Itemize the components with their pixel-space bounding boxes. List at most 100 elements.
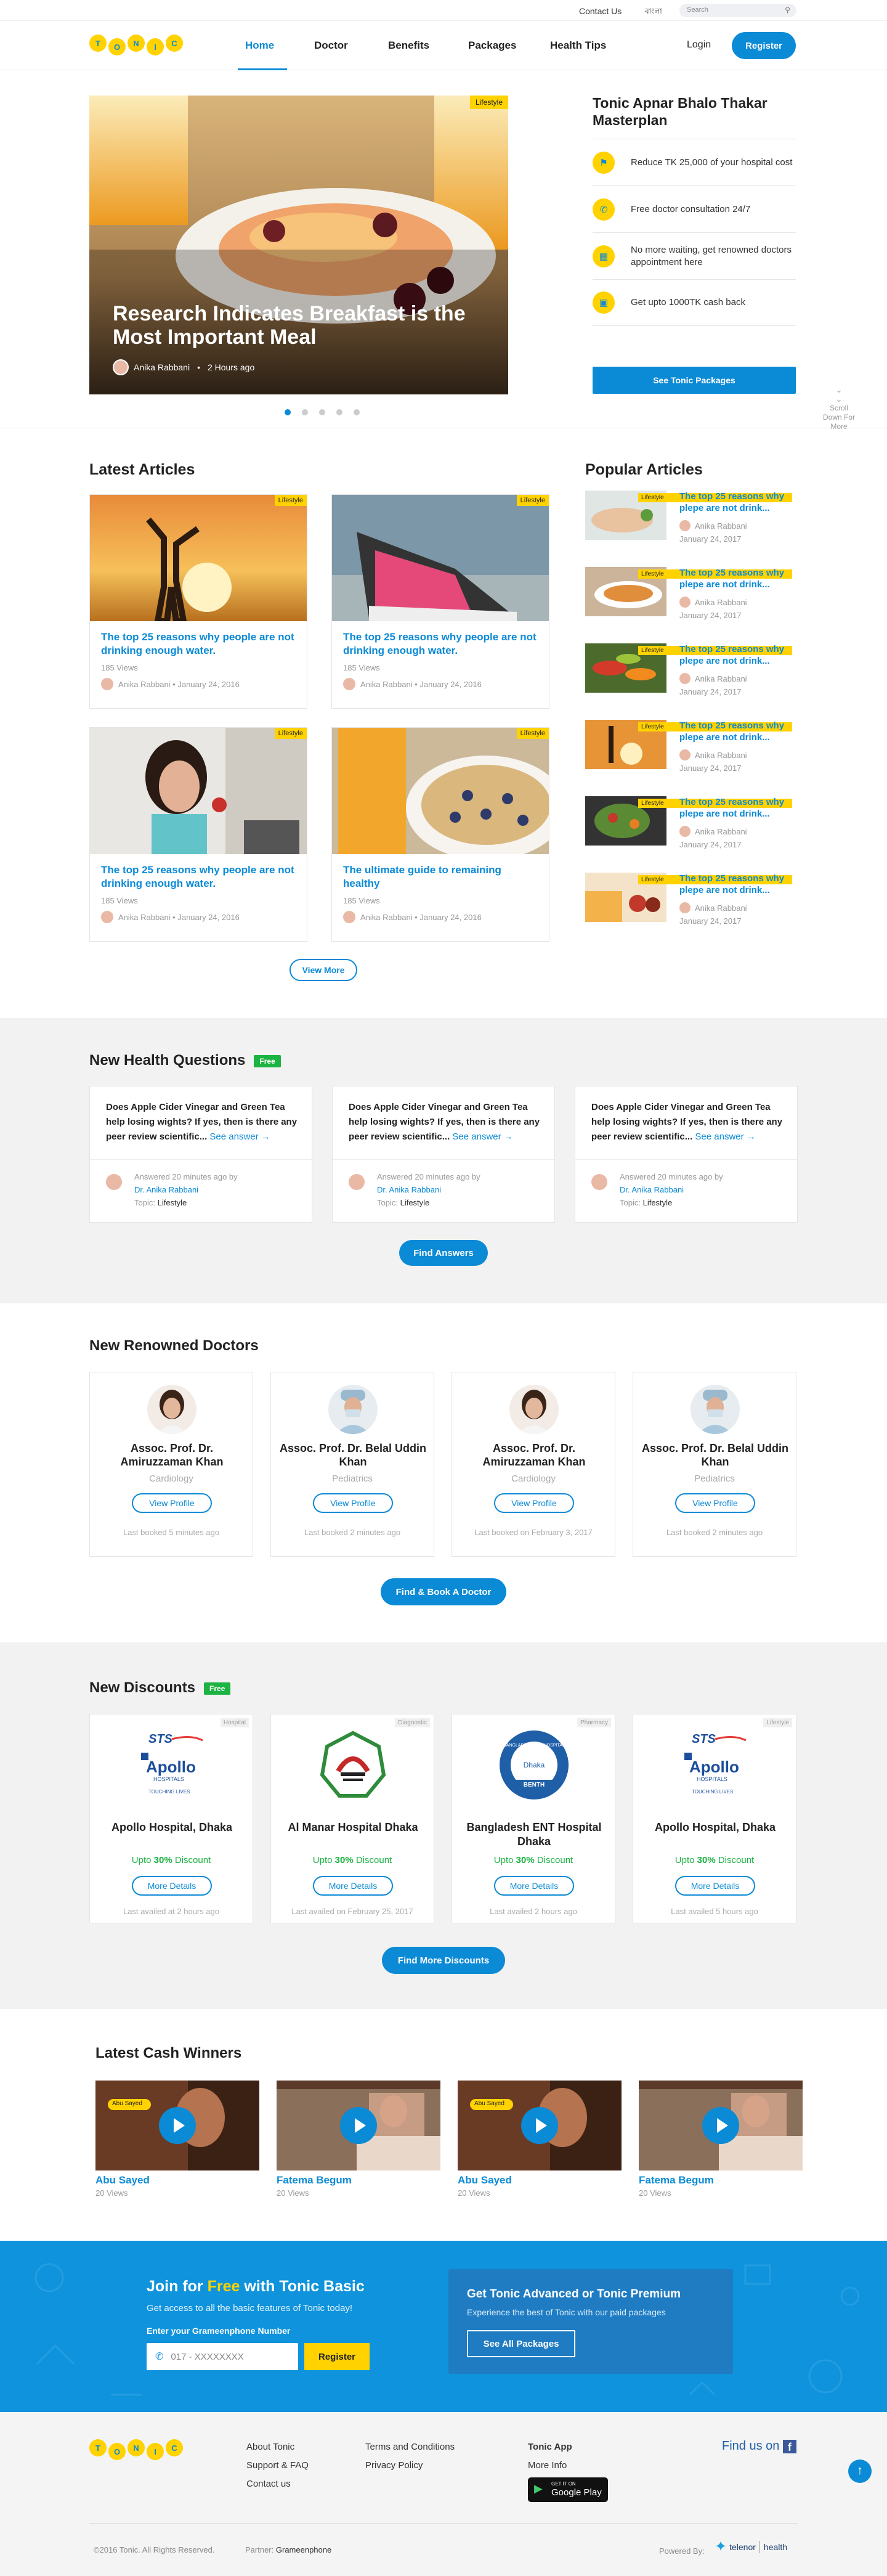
winner-name[interactable]: Fatema Begum bbox=[277, 2174, 352, 2187]
article-title[interactable]: The top 25 reasons why people are not dr… bbox=[90, 621, 307, 658]
view-profile-button[interactable]: View Profile bbox=[132, 1493, 212, 1513]
winner-video-card[interactable]: Fatema Begum 20 Views bbox=[277, 2081, 440, 2204]
logo-text: BANGLADESH ENT HOSPITAL bbox=[503, 1743, 565, 1748]
tonic-logo[interactable]: T O N I C bbox=[89, 35, 185, 55]
doctor-card[interactable]: Assoc. Prof. Dr. Amiruzzaman Khan Cardio… bbox=[452, 1372, 615, 1557]
question-card[interactable]: Does Apple Cider Vinegar and Green Tea h… bbox=[575, 1086, 798, 1223]
see-packages-button[interactable]: See Tonic Packages bbox=[593, 367, 796, 394]
article-card[interactable]: Lifestyle The ultimate guide to remainin… bbox=[331, 727, 549, 942]
winner-video-card[interactable]: Abu Sayed Abu Sayed 20 Views bbox=[458, 2081, 622, 2204]
article-title[interactable]: The top 25 reasons why people are not dr… bbox=[90, 854, 307, 891]
popular-article-item[interactable]: Lifestyle The top 25 reasons why plepe a… bbox=[585, 796, 795, 865]
article-card[interactable]: Lifestyle The top 25 reasons why people … bbox=[331, 494, 549, 709]
search-icon[interactable]: ⚲ bbox=[785, 6, 790, 14]
play-icon[interactable] bbox=[702, 2107, 739, 2144]
article-title[interactable]: The top 25 reasons why plepe are not dri… bbox=[679, 643, 793, 667]
winner-name[interactable]: Abu Sayed bbox=[458, 2174, 512, 2187]
question-card[interactable]: Does Apple Cider Vinegar and Green Tea h… bbox=[332, 1086, 555, 1223]
more-details-button[interactable]: More Details bbox=[132, 1876, 212, 1896]
popular-article-item[interactable]: Lifestyle The top 25 reasons why plepe a… bbox=[585, 491, 795, 560]
view-profile-button[interactable]: View Profile bbox=[675, 1493, 755, 1513]
discount-card[interactable]: Diagnostic Al Manar Hospital Dhaka Upto … bbox=[270, 1714, 434, 1923]
back-to-top-icon[interactable]: ↑ bbox=[848, 2460, 872, 2483]
join-promo-banner: Join for Free with Tonic Basic Get acces… bbox=[0, 2241, 887, 2412]
scroll-down-hint[interactable]: ⌄ ⌄ Scroll Down For More bbox=[811, 385, 867, 431]
winner-name[interactable]: Abu Sayed bbox=[95, 2174, 150, 2187]
language-switch[interactable]: বাংলা bbox=[645, 6, 662, 18]
article-card[interactable]: Lifestyle The top 25 reasons why people … bbox=[89, 494, 307, 709]
popular-article-item[interactable]: Lifestyle The top 25 reasons why plepe a… bbox=[585, 643, 795, 712]
doctor-card[interactable]: Assoc. Prof. Dr. Amiruzzaman Khan Cardio… bbox=[89, 1372, 253, 1557]
nav-benefits[interactable]: Benefits bbox=[388, 39, 429, 52]
search-input[interactable]: Search ⚲ bbox=[679, 4, 796, 17]
register-button[interactable]: Register bbox=[732, 32, 796, 59]
login-link[interactable]: Login bbox=[687, 39, 711, 51]
article-title[interactable]: The top 25 reasons why plepe are not dri… bbox=[679, 873, 793, 896]
contact-us-link[interactable]: Contact Us bbox=[579, 6, 622, 16]
see-answer-link[interactable]: See answer → bbox=[695, 1131, 755, 1142]
facebook-icon[interactable]: f bbox=[782, 2439, 796, 2453]
doctor-card[interactable]: Assoc. Prof. Dr. Belal Uddin Khan Pediat… bbox=[633, 1372, 796, 1557]
find-more-discounts-button[interactable]: Find More Discounts bbox=[382, 1947, 505, 1974]
footer-link-support[interactable]: Support & FAQ bbox=[246, 2460, 309, 2471]
more-details-button[interactable]: More Details bbox=[494, 1876, 574, 1896]
winner-video-card[interactable]: Abu Sayed Abu Sayed 20 Views bbox=[95, 2081, 259, 2204]
find-book-doctor-button[interactable]: Find & Book A Doctor bbox=[381, 1578, 506, 1605]
view-profile-button[interactable]: View Profile bbox=[494, 1493, 574, 1513]
hero-headline[interactable]: Research Indicates Breakfast is the Most… bbox=[113, 302, 482, 349]
article-title[interactable]: The ultimate guide to remaining healthy bbox=[332, 854, 549, 891]
carousel-dot[interactable] bbox=[285, 409, 291, 415]
popular-article-item[interactable]: Lifestyle The top 25 reasons why plepe a… bbox=[585, 567, 795, 636]
article-title[interactable]: The top 25 reasons why plepe are not dri… bbox=[679, 720, 793, 743]
carousel-dot[interactable] bbox=[354, 409, 360, 415]
article-title[interactable]: The top 25 reasons why people are not dr… bbox=[332, 621, 549, 658]
footer-link-contact[interactable]: Contact us bbox=[246, 2479, 291, 2489]
carousel-dot[interactable] bbox=[336, 409, 342, 415]
doctor-card[interactable]: Assoc. Prof. Dr. Belal Uddin Khan Pediat… bbox=[270, 1372, 434, 1557]
more-details-button[interactable]: More Details bbox=[675, 1876, 755, 1896]
more-details-button[interactable]: More Details bbox=[313, 1876, 393, 1896]
doctor-link[interactable]: Dr. Anika Rabbani bbox=[377, 1183, 480, 1196]
article-card[interactable]: Lifestyle The top 25 reasons why people … bbox=[89, 727, 307, 942]
popular-article-item[interactable]: Lifestyle The top 25 reasons why plepe a… bbox=[585, 720, 795, 789]
footer-link-about[interactable]: About Tonic bbox=[246, 2442, 294, 2452]
discount-card[interactable]: Hospital STS Apollo HOSPITALS TOUCHING LIVE… bbox=[89, 1714, 253, 1923]
see-answer-link[interactable]: See answer → bbox=[452, 1131, 512, 1142]
play-icon[interactable] bbox=[340, 2107, 377, 2144]
google-play-badge[interactable]: ▶ GET IT ON Google Play bbox=[528, 2477, 608, 2502]
nav-home[interactable]: Home bbox=[245, 39, 274, 52]
carousel-dot[interactable] bbox=[302, 409, 308, 415]
partner-label: Partner: bbox=[245, 2545, 274, 2554]
popular-article-item[interactable]: Lifestyle The top 25 reasons why plepe a… bbox=[585, 873, 795, 942]
article-title[interactable]: The top 25 reasons why plepe are not dri… bbox=[679, 491, 793, 514]
footer-link-terms[interactable]: Terms and Conditions bbox=[365, 2442, 455, 2452]
winner-video-card[interactable]: Fatema Begum 20 Views bbox=[639, 2081, 803, 2204]
article-title[interactable]: The top 25 reasons why plepe are not dri… bbox=[679, 796, 793, 820]
find-answers-button[interactable]: Find Answers bbox=[399, 1240, 488, 1266]
doctor-link[interactable]: Dr. Anika Rabbani bbox=[620, 1183, 723, 1196]
carousel-dot[interactable] bbox=[319, 409, 325, 415]
play-icon[interactable] bbox=[521, 2107, 558, 2144]
footer-link-privacy[interactable]: Privacy Policy bbox=[365, 2460, 423, 2471]
question-card[interactable]: Does Apple Cider Vinegar and Green Tea h… bbox=[89, 1086, 312, 1223]
view-more-button[interactable]: View More bbox=[290, 959, 357, 981]
play-icon[interactable] bbox=[159, 2107, 196, 2144]
nav-packages[interactable]: Packages bbox=[468, 39, 516, 52]
see-answer-link[interactable]: See answer → bbox=[209, 1131, 270, 1142]
phone-input[interactable]: ✆ 017 - XXXXXXXX bbox=[147, 2343, 298, 2370]
hero-slide-image[interactable]: Lifestyle Research Indicates Breakfast i… bbox=[89, 96, 508, 394]
footer-tonic-logo[interactable]: T O N I C bbox=[89, 2439, 185, 2460]
more-info-link[interactable]: More Info bbox=[528, 2460, 567, 2471]
see-all-packages-button[interactable]: See All Packages bbox=[467, 2330, 575, 2357]
discount-card[interactable]: Pharmacy BANGLADESH ENT HOSPITAL Dhaka BEN… bbox=[452, 1714, 615, 1923]
apollo-logo: STS ApolloHOSPITALS TOUCHING LIVES bbox=[684, 1732, 747, 1795]
doctor-link[interactable]: Dr. Anika Rabbani bbox=[134, 1183, 238, 1196]
nav-doctor[interactable]: Doctor bbox=[314, 39, 348, 52]
join-prefix: Join for bbox=[147, 2278, 208, 2295]
discount-card[interactable]: Lifestyle STS Apollo HOSPITALS TOUCHING LIV… bbox=[633, 1714, 796, 1923]
nav-health-tips[interactable]: Health Tips bbox=[550, 39, 606, 52]
winner-name[interactable]: Fatema Begum bbox=[639, 2174, 714, 2187]
promo-register-button[interactable]: Register bbox=[304, 2343, 370, 2370]
article-title[interactable]: The top 25 reasons why plepe are not dri… bbox=[679, 567, 793, 590]
view-profile-button[interactable]: View Profile bbox=[313, 1493, 393, 1513]
